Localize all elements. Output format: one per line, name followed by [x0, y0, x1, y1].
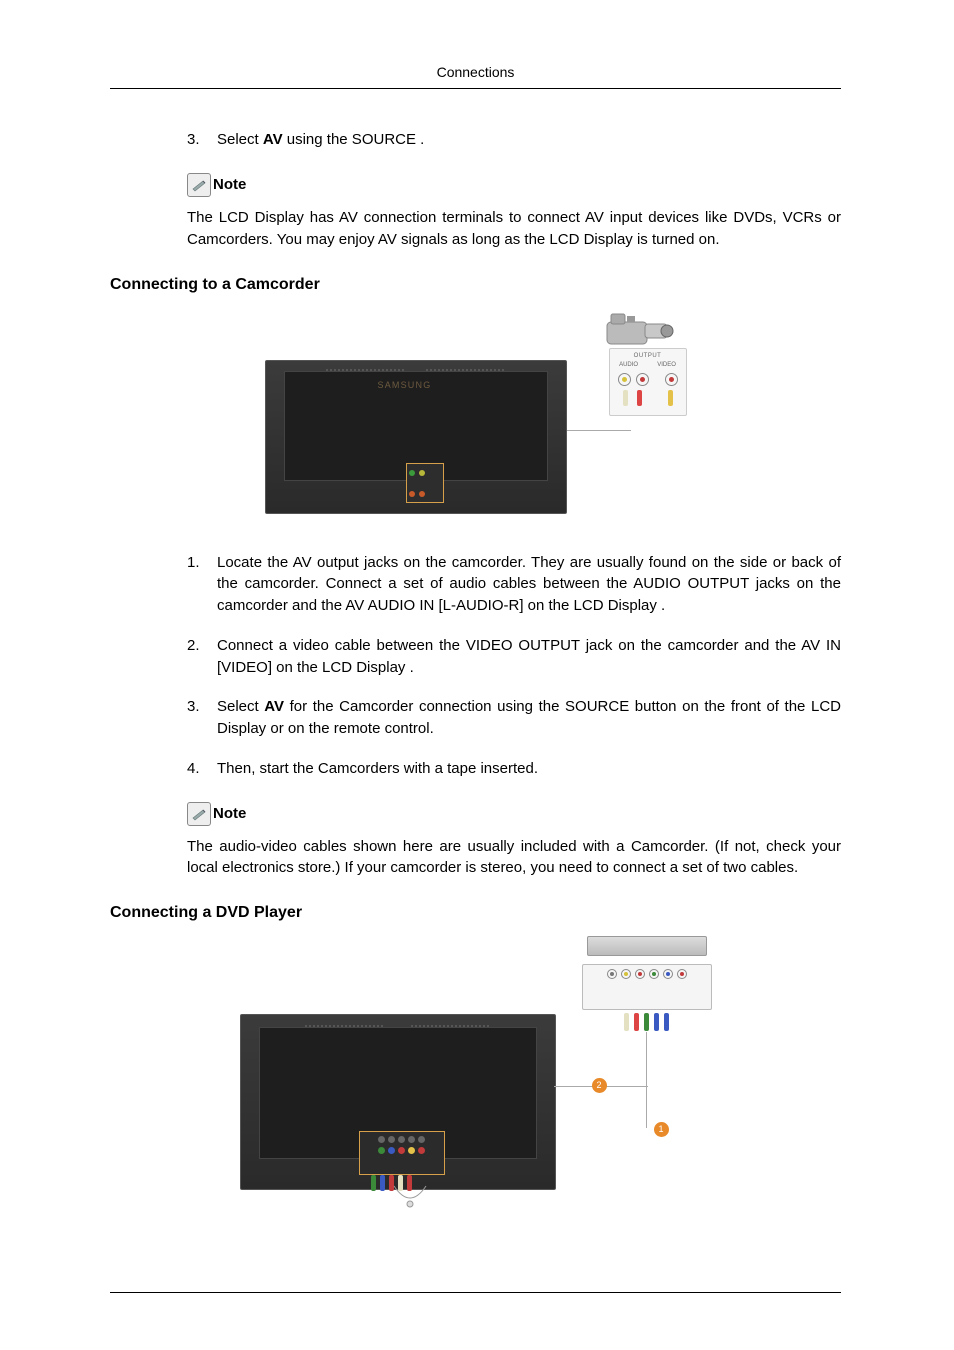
- figure-dvd-wrap: 2 1: [110, 936, 841, 1214]
- connection-line: [567, 430, 631, 431]
- lcd-display-illustration: SAMSUNG: [265, 360, 567, 514]
- jack-icon: [649, 969, 659, 979]
- lcd-display-illustration: [240, 1014, 556, 1190]
- callout-badge-2: 2: [592, 1078, 607, 1093]
- note-header: Note: [187, 802, 841, 826]
- plug-icon: [664, 1013, 669, 1031]
- section-heading-dvd: Connecting a DVD Player: [110, 901, 841, 924]
- text: using the SOURCE .: [283, 131, 425, 148]
- plug-icon: [624, 1013, 629, 1031]
- camcorder-output-panel: OUTPUT AUDIO VIDEO: [609, 348, 687, 416]
- tv-av-panel: [406, 463, 444, 503]
- tv-component-panel: [359, 1131, 445, 1175]
- camcorder-illustration: [597, 308, 679, 350]
- list-body: Then, start the Camcorders with a tape i…: [217, 758, 841, 780]
- list-body: Select AV using the SOURCE .: [217, 129, 841, 151]
- list-item: 4. Then, start the Camcorders with a tap…: [187, 758, 841, 780]
- list-item: 3. Select AV for the Camcorder connectio…: [187, 696, 841, 740]
- audio-l-plug-icon: [623, 390, 628, 406]
- video-label: VIDEO: [657, 361, 676, 370]
- page: Connections 3. Select AV using the SOURC…: [0, 0, 954, 1333]
- audio-label: AUDIO: [619, 361, 638, 370]
- jack-icon: [677, 969, 687, 979]
- note-text: The audio-video cables shown here are us…: [187, 836, 841, 880]
- figure-camcorder-wrap: SAMSUNG OUTPUT: [110, 308, 841, 522]
- audio-r-plug-icon: [637, 390, 642, 406]
- header-rule: [110, 88, 841, 89]
- list-number: 3.: [187, 696, 217, 740]
- section-heading-camcorder: Connecting to a Camcorder: [110, 273, 841, 296]
- output-label: OUTPUT: [610, 352, 686, 361]
- video-plug-icon: [668, 390, 673, 406]
- connection-line: [646, 1032, 647, 1128]
- cable-curve-icon: [390, 1184, 430, 1212]
- video-jack-icon: [665, 373, 678, 386]
- note-header: Note: [187, 173, 841, 197]
- figure-camcorder: SAMSUNG OUTPUT: [265, 308, 687, 522]
- jack-icon: [635, 969, 645, 979]
- list-body: Select AV for the Camcorder connection u…: [217, 696, 841, 740]
- note-label: Note: [213, 174, 246, 197]
- dvd-player-illustration: [582, 936, 712, 1026]
- note-label: Note: [213, 803, 246, 826]
- list-number: 2.: [187, 635, 217, 679]
- callout-badge-1: 1: [654, 1122, 669, 1137]
- list-number: 1.: [187, 552, 217, 617]
- bold-text: AV: [264, 698, 284, 715]
- list-number: 3.: [187, 129, 217, 151]
- jack-icon: [621, 969, 631, 979]
- audio-l-jack-icon: [618, 373, 631, 386]
- note-text: The LCD Display has AV connection termin…: [187, 207, 841, 251]
- list-body: Locate the AV output jacks on the camcor…: [217, 552, 841, 617]
- list-item: 1. Locate the AV output jacks on the cam…: [187, 552, 841, 617]
- text: Select: [217, 131, 263, 148]
- footer-rule: [110, 1292, 841, 1293]
- plug-icon: [634, 1013, 639, 1031]
- figure-dvd: 2 1: [240, 936, 712, 1214]
- list-body: Connect a video cable between the VIDEO …: [217, 635, 841, 679]
- brand-text: SAMSUNG: [378, 379, 432, 392]
- list-number: 4.: [187, 758, 217, 780]
- list-item: 3. Select AV using the SOURCE .: [187, 129, 841, 151]
- text: for the Camcorder connection using the S…: [217, 698, 841, 737]
- plug-icon: [654, 1013, 659, 1031]
- text: Select: [217, 698, 264, 715]
- note-icon: [187, 802, 211, 826]
- note-icon: [187, 173, 211, 197]
- page-header-title: Connections: [110, 62, 841, 88]
- bold-text: AV: [263, 131, 283, 148]
- plug-icon: [644, 1013, 649, 1031]
- jack-icon: [663, 969, 673, 979]
- audio-r-jack-icon: [636, 373, 649, 386]
- list-item: 2. Connect a video cable between the VID…: [187, 635, 841, 679]
- jack-icon: [607, 969, 617, 979]
